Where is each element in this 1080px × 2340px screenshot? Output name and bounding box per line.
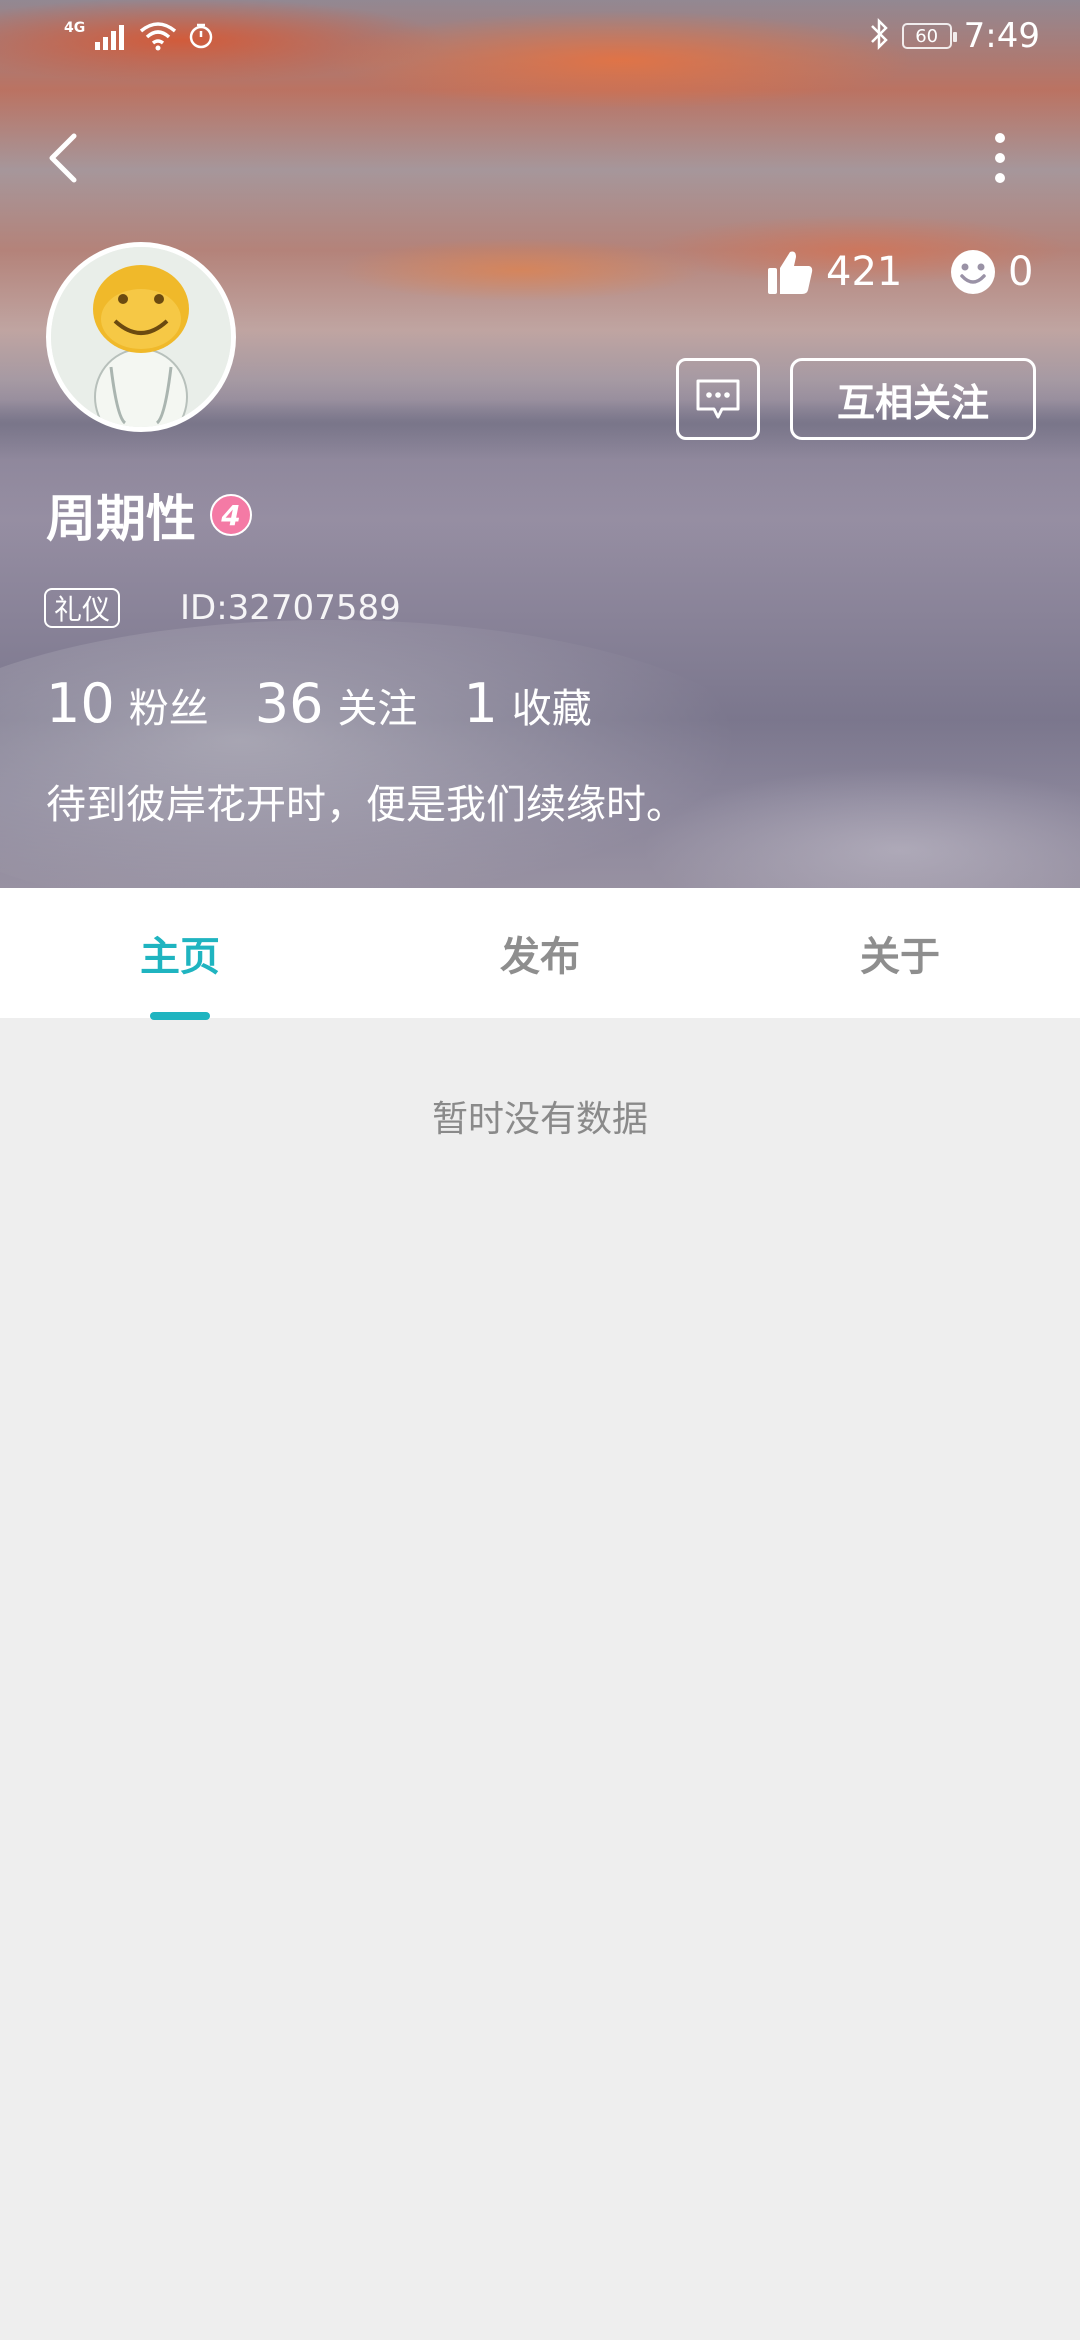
bluetooth-icon bbox=[868, 17, 890, 55]
avatar-image bbox=[51, 247, 231, 427]
alarm-icon bbox=[187, 22, 215, 54]
smiles-count: 0 bbox=[1008, 249, 1034, 295]
level-badge: 4 bbox=[210, 494, 252, 536]
username-row: 周期性 4 bbox=[46, 480, 252, 550]
profile-tabs: 主页 发布 关于 bbox=[0, 888, 1080, 1020]
clock: 7:49 bbox=[963, 16, 1040, 56]
message-button[interactable] bbox=[676, 358, 760, 440]
smiles-stat[interactable]: 0 bbox=[950, 244, 1033, 300]
back-arrow-icon bbox=[49, 133, 77, 183]
fans-count[interactable]: 10 bbox=[46, 672, 115, 735]
network-type: 4G bbox=[64, 20, 86, 36]
active-tab-indicator bbox=[150, 1012, 210, 1020]
more-vertical-icon bbox=[995, 133, 1005, 183]
header-overlay bbox=[0, 0, 1080, 888]
user-id: ID:32707589 bbox=[180, 588, 401, 628]
more-options-button[interactable] bbox=[980, 128, 1020, 188]
user-bio: 待到彼岸花开时，便是我们续缘时。 bbox=[46, 782, 686, 828]
signal-icon bbox=[95, 22, 129, 54]
username: 周期性 bbox=[46, 490, 196, 548]
favorites-label[interactable]: 收藏 bbox=[512, 676, 592, 734]
empty-state-text: 暂时没有数据 bbox=[431, 1099, 648, 1140]
favorites-count[interactable]: 1 bbox=[463, 672, 497, 735]
following-count[interactable]: 36 bbox=[255, 672, 324, 735]
smiley-icon bbox=[951, 250, 995, 294]
following-label[interactable]: 关注 bbox=[337, 676, 417, 734]
profile-header: 4G 60 7:49 421 0 互相关注 周期性 4 礼仪 ID:327075… bbox=[0, 0, 1080, 888]
tab-home[interactable]: 主页 bbox=[0, 888, 360, 1018]
battery-indicator: 60 bbox=[901, 23, 957, 49]
avatar[interactable] bbox=[46, 242, 236, 432]
wifi-icon bbox=[139, 21, 177, 55]
status-left: 4G bbox=[64, 18, 215, 58]
likes-count: 421 bbox=[826, 249, 903, 295]
user-tag: 礼仪 bbox=[44, 588, 121, 628]
likes-stat[interactable]: 421 bbox=[766, 244, 902, 300]
thumbs-up-icon bbox=[768, 251, 813, 294]
fans-label[interactable]: 粉丝 bbox=[129, 676, 209, 734]
follow-counts: 10 粉丝 36 关注 1 收藏 bbox=[46, 672, 638, 742]
status-bar: 4G 60 7:49 bbox=[0, 0, 1080, 72]
chat-bubble-icon bbox=[696, 379, 740, 419]
back-button[interactable] bbox=[40, 128, 90, 188]
status-right: 60 7:49 bbox=[868, 14, 1040, 58]
tab-posts[interactable]: 发布 bbox=[360, 888, 720, 1018]
mutual-follow-button[interactable]: 互相关注 bbox=[790, 358, 1036, 440]
tab-about[interactable]: 关于 bbox=[720, 888, 1080, 1018]
